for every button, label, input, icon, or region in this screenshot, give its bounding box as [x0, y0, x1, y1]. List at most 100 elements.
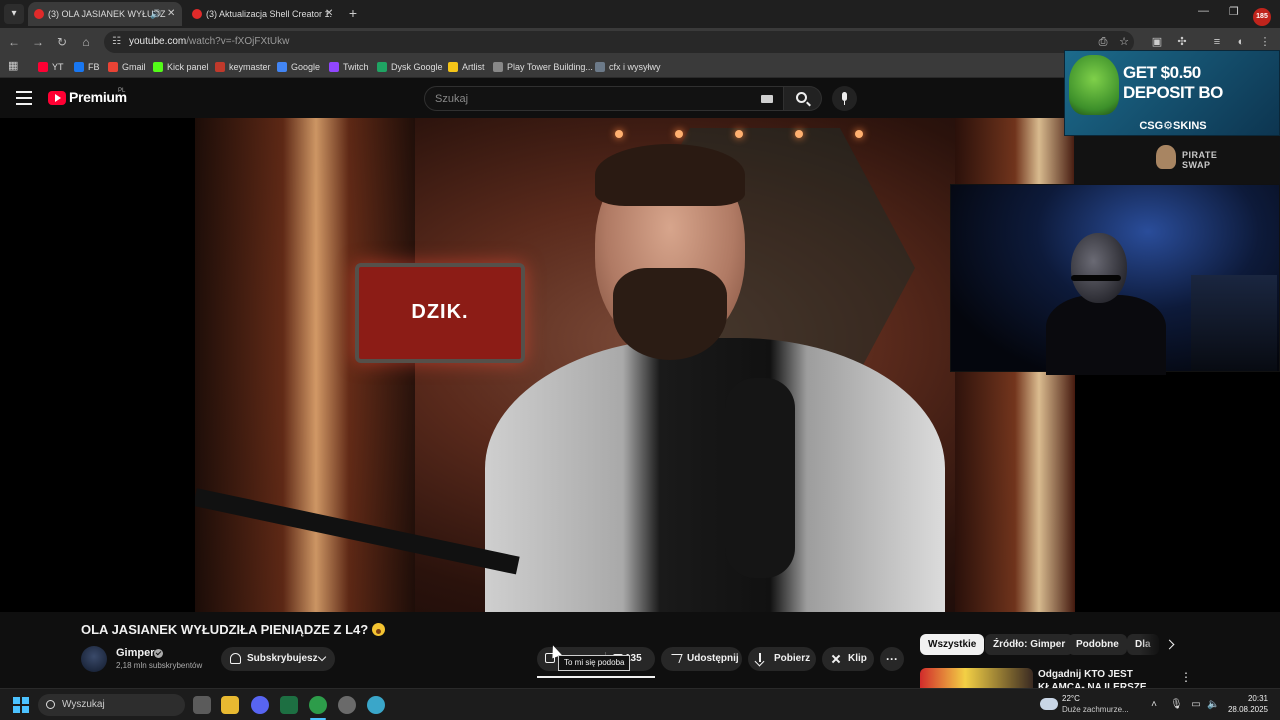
bookmark-label: Dysk Google — [391, 62, 443, 72]
download-button[interactable]: Pobierz — [748, 647, 816, 671]
reload-icon[interactable]: ↻ — [54, 34, 70, 50]
channel-name[interactable]: Gimper — [116, 647, 155, 659]
bookmark-artlist[interactable]: Artlist — [448, 60, 485, 74]
recommendation-more-icon[interactable]: ⋮ — [1180, 670, 1192, 684]
extension-icon[interactable]: ▣ — [1150, 35, 1164, 49]
profile-avatar[interactable]: 185 — [1253, 8, 1271, 26]
tray-chevron-up-icon[interactable]: ˄ — [1148, 699, 1160, 711]
keyboard-icon[interactable] — [761, 95, 773, 103]
voice-search-mic-icon[interactable] — [832, 86, 857, 111]
bell-icon — [230, 653, 241, 664]
discord-icon[interactable] — [251, 696, 269, 714]
chip-related[interactable]: Podobne — [1068, 634, 1127, 655]
weather-description: Duże zachmurze... — [1062, 705, 1129, 714]
bookmark-twitch[interactable]: Twitch — [329, 60, 369, 74]
taskbar-search-placeholder: Wyszukaj — [62, 699, 105, 710]
recommendation-title[interactable]: Odgadnij KTO JEST KŁAMCĄ- NA ILERSZE MOM… — [1038, 668, 1168, 688]
bookmark-dysk-google[interactable]: Dysk Google — [377, 60, 443, 74]
browser-menu-icon[interactable]: ⋮ — [1258, 35, 1272, 49]
game-icon — [493, 62, 503, 72]
bookmark-star-icon[interactable]: ☆ — [1117, 35, 1131, 49]
bookmark-label: Twitch — [343, 62, 369, 72]
pirateswap-ad-banner[interactable]: PIRATE SWAP — [1074, 136, 1280, 184]
browser-app-icon[interactable] — [367, 696, 385, 714]
more-actions-button[interactable]: ··· — [880, 647, 904, 671]
pirate-skull-icon — [1156, 145, 1176, 169]
chip-source[interactable]: Źródło: Gimper — [985, 634, 1074, 655]
video-presenter — [485, 144, 945, 612]
bookmark-gmail[interactable]: Gmail — [108, 60, 146, 74]
bookmark-cfx-i-wysy-wy[interactable]: cfx i wysyłwy — [595, 60, 661, 74]
taskbar-search[interactable]: Wyszukaj — [38, 694, 185, 716]
app-icon[interactable] — [338, 696, 356, 714]
channel-avatar[interactable] — [81, 646, 107, 672]
chevron-right-icon[interactable] — [1164, 639, 1175, 650]
apps-grid-icon[interactable]: ▦ — [8, 60, 20, 72]
file-explorer-icon[interactable] — [221, 696, 239, 714]
tab-close-icon[interactable]: ✕ — [325, 2, 333, 26]
clock-time[interactable]: 20:31 — [1236, 694, 1268, 703]
speaker-icon[interactable]: 🔊 — [150, 2, 161, 26]
youtube-favicon-icon — [34, 9, 44, 19]
desktop-screen: ▾ (3) OLA JASIANEK WYŁUDZ 🔊 ✕ (3) Aktual… — [0, 0, 1280, 720]
like-progress-underline — [537, 676, 655, 678]
windows-start-icon[interactable] — [13, 697, 29, 713]
excel-icon[interactable] — [280, 696, 298, 714]
chip-all[interactable]: Wszystkie — [920, 634, 985, 655]
maximize-icon[interactable]: ❐ — [1229, 5, 1239, 18]
chip-fade — [1140, 634, 1162, 655]
like-tooltip: To mi się podoba — [558, 655, 631, 671]
download-label: Pobierz — [774, 653, 811, 664]
tray-network-icon[interactable]: ▭ — [1190, 699, 1202, 711]
csgoskins-ad-banner[interactable]: GET $0.50 DEPOSIT BO CSG⚙SKINS — [1064, 50, 1280, 136]
install-app-icon[interactable]: ⎙ — [1096, 35, 1110, 49]
subscribe-button[interactable]: Subskrybujesz — [221, 647, 335, 671]
address-bar[interactable]: ☷ youtube.com/watch?v=-fXOjFXtUkw — [104, 31, 1134, 53]
ad-headline: GET $0.50 — [1123, 63, 1201, 82]
subscribe-label: Subskrybujesz — [247, 653, 318, 664]
bookmark-fb[interactable]: FB — [74, 60, 100, 74]
video-frame[interactable]: DZIK. — [195, 118, 1075, 612]
pirate-brand-line1: PIRATE — [1182, 150, 1218, 160]
cloudy-weather-icon[interactable] — [1040, 698, 1058, 710]
tab-search-button[interactable]: ▾ — [4, 4, 24, 24]
youtube-logo-icon[interactable] — [48, 91, 66, 105]
share-label: Udostępnij — [687, 653, 739, 664]
clip-button[interactable]: Klip — [822, 647, 874, 671]
twitch-icon — [329, 62, 339, 72]
task-view-icon[interactable] — [193, 696, 211, 714]
tab-close-icon[interactable]: ✕ — [167, 2, 175, 26]
new-tab-button[interactable]: + — [346, 4, 360, 22]
forward-arrow-icon[interactable]: → — [30, 34, 46, 50]
bookmark-yt[interactable]: YT — [38, 60, 64, 74]
search-button[interactable] — [784, 86, 822, 111]
region-code: PL — [118, 88, 126, 94]
gmail-icon — [108, 62, 118, 72]
share-button[interactable]: Udostępnij — [661, 647, 742, 671]
bookmark-keymaster[interactable]: keymaster — [215, 60, 271, 74]
chrome-icon[interactable] — [309, 696, 327, 714]
bookmark-google[interactable]: Google — [277, 60, 320, 74]
back-arrow-icon[interactable]: ← — [6, 34, 22, 50]
home-icon[interactable]: ⌂ — [78, 34, 94, 50]
reading-list-icon[interactable]: ≡ — [1210, 35, 1224, 49]
site-info-icon[interactable]: ☷ — [112, 36, 124, 48]
bookmark-kick-panel[interactable]: Kick panel — [153, 60, 209, 74]
tab-shell-creator[interactable]: (3) Aktualizacja Shell Creator 1. ✕ — [186, 2, 340, 26]
minimize-icon[interactable]: — — [1198, 5, 1209, 17]
bookmark-label: Play Tower Building... — [507, 62, 593, 72]
tray-volume-icon[interactable]: 🔈 — [1207, 699, 1219, 711]
puzzle-icon[interactable]: ✣ — [1175, 35, 1189, 49]
recommendation-thumbnail[interactable] — [920, 668, 1033, 688]
clock-date[interactable]: 28.08.2025 — [1226, 705, 1268, 714]
menu-hamburger-icon[interactable] — [16, 91, 32, 105]
webcam-person-glasses — [1071, 275, 1121, 281]
tray-mic-icon[interactable]: 🎙 — [1170, 699, 1183, 711]
tab-video[interactable]: (3) OLA JASIANEK WYŁUDZ 🔊 ✕ — [28, 2, 182, 26]
youtube-icon — [38, 62, 48, 72]
account-icon[interactable]: ◐ — [1234, 35, 1248, 49]
weather-temperature: 22°C — [1062, 694, 1080, 703]
bookmark-play-tower-building[interactable]: Play Tower Building... — [493, 60, 593, 74]
search-icon — [796, 92, 807, 103]
search-input[interactable] — [435, 87, 755, 110]
